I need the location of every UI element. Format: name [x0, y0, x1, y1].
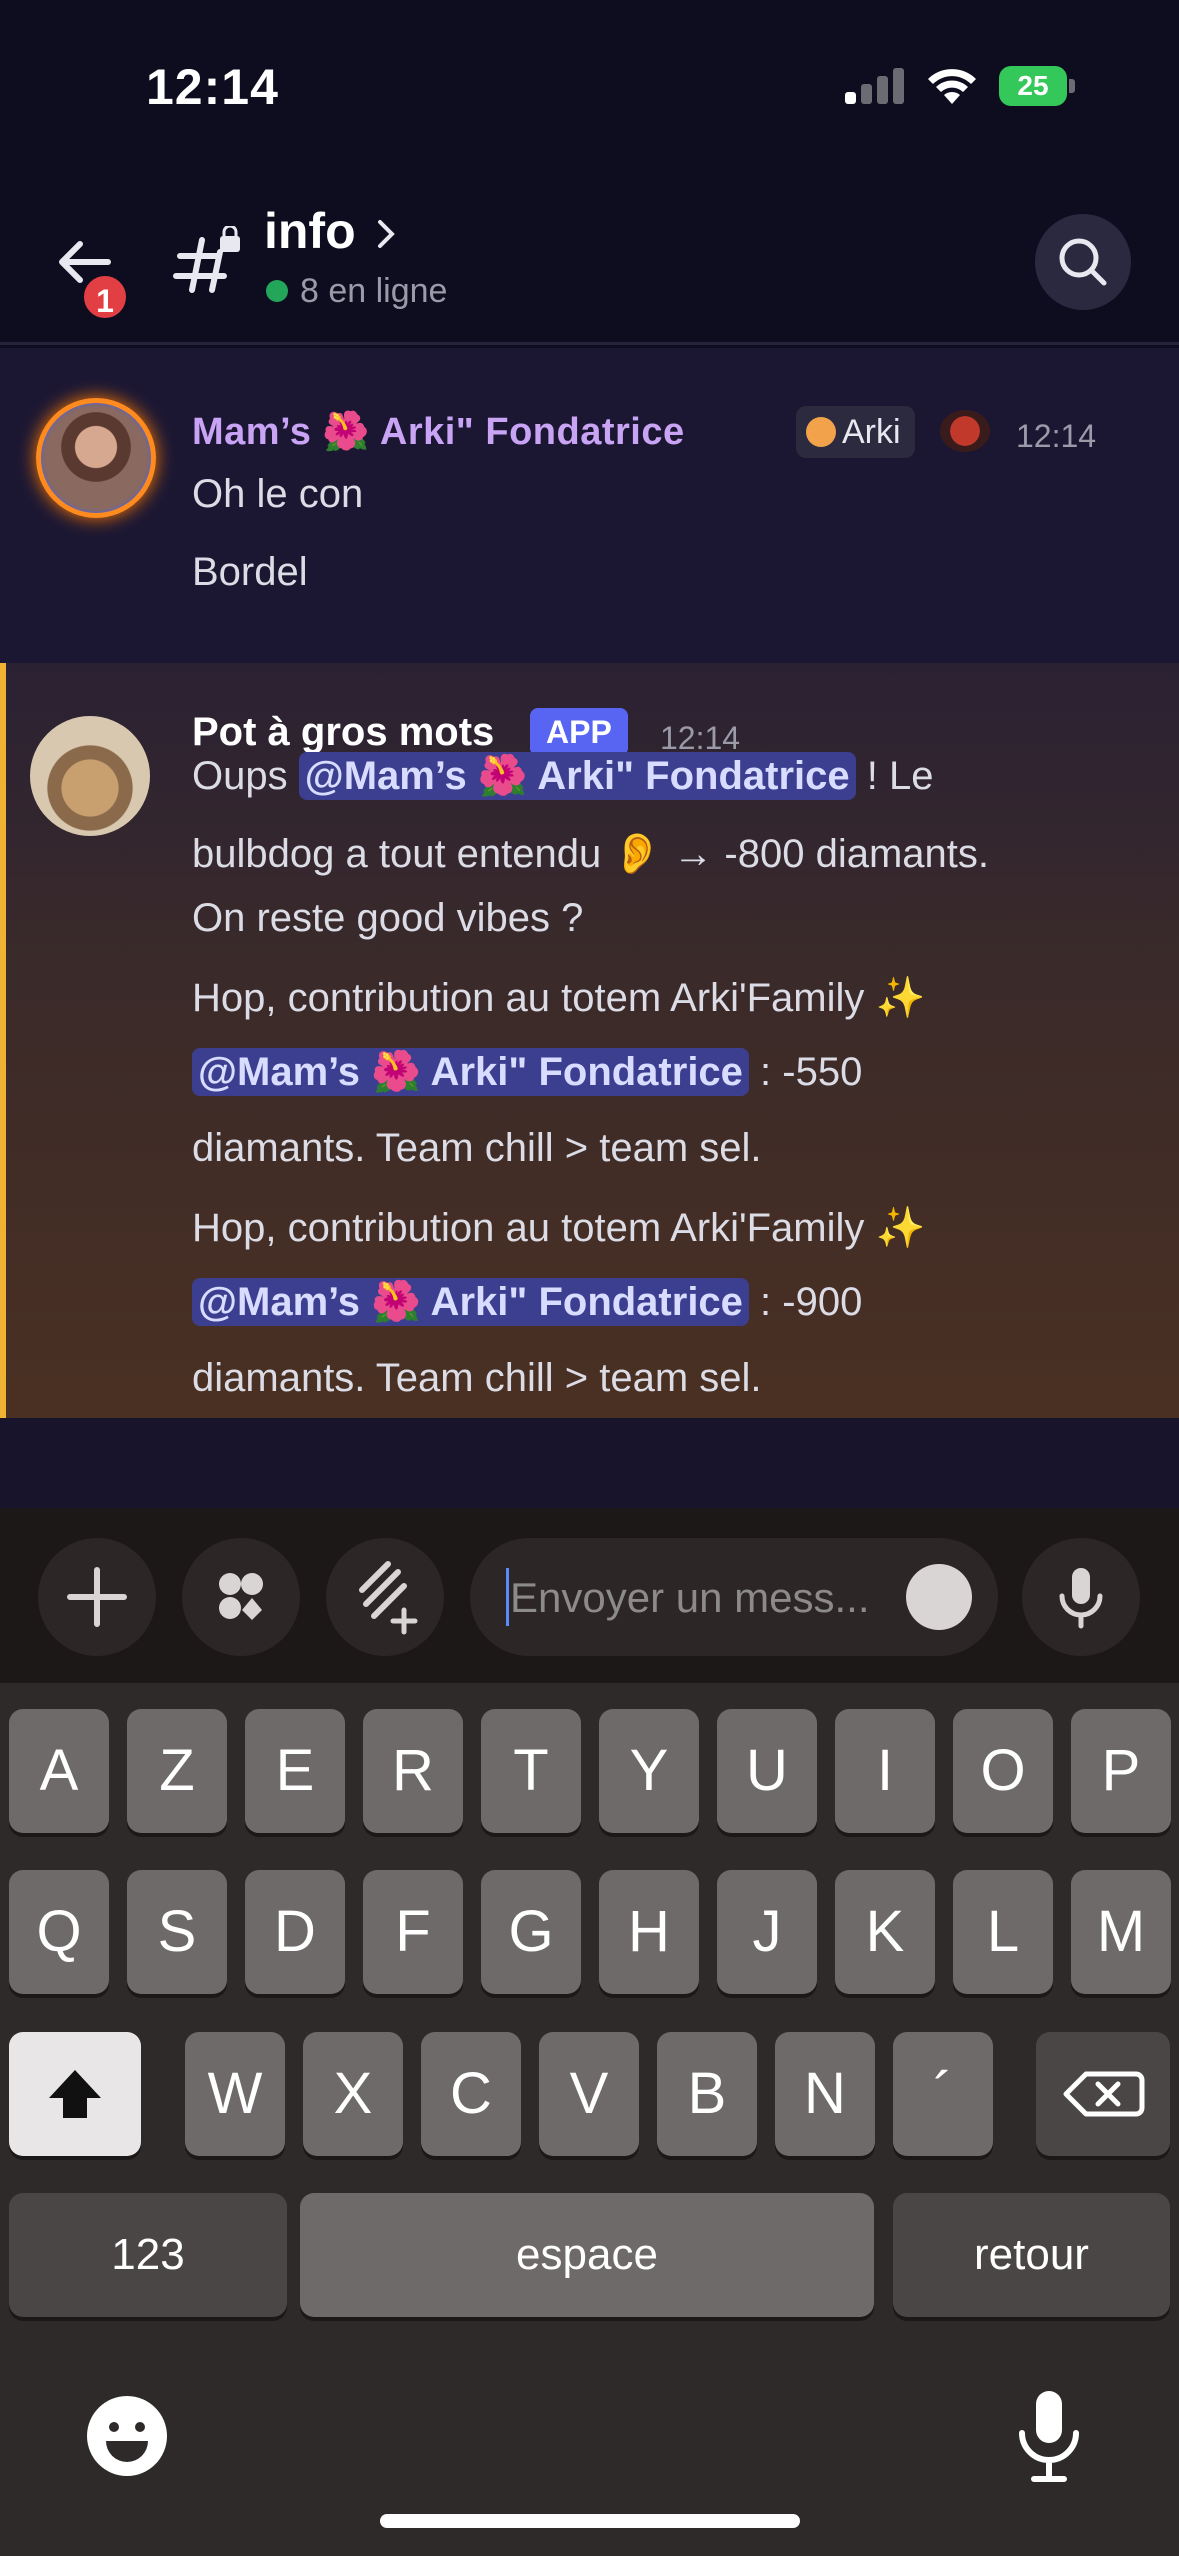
text-fragment: : -550: [748, 1050, 863, 1094]
key[interactable]: B: [657, 2032, 757, 2156]
search-icon: [1059, 238, 1107, 286]
user-mention[interactable]: @Mam’s 🌺 Arki" Fondatrice: [298, 752, 856, 800]
key[interactable]: T: [481, 1709, 581, 1833]
key[interactable]: F: [363, 1870, 463, 1994]
text-fragment: ! Le: [855, 754, 934, 798]
app-badge: APP: [530, 708, 628, 756]
key[interactable]: E: [245, 1709, 345, 1833]
microphone-icon: [1059, 1568, 1103, 1629]
key[interactable]: V: [539, 2032, 639, 2156]
battery-icon: 25: [999, 66, 1075, 106]
status-time: 12:14: [146, 59, 279, 115]
message-composer: Envoyer un mess...: [0, 1508, 1179, 1683]
locked-channel-hash-icon: [173, 226, 240, 293]
unread-badge: 1: [80, 272, 130, 322]
online-indicator: [266, 280, 288, 302]
online-count: 8 en ligne: [300, 272, 448, 310]
key[interactable]: X: [303, 2032, 403, 2156]
key[interactable]: I: [835, 1709, 935, 1833]
key[interactable]: J: [717, 1870, 817, 1994]
message-input[interactable]: Envoyer un mess...: [470, 1538, 998, 1656]
role-icon: [940, 410, 990, 452]
wifi-icon: [928, 69, 976, 104]
text-caret: [506, 1568, 509, 1626]
shift-key[interactable]: [9, 2032, 141, 2156]
message-text: bulbdog a tout entendu 👂 → -800 diamants…: [192, 832, 989, 876]
message-text: Oups @Mam’s 🌺 Arki" Fondatrice ! Le: [192, 752, 934, 800]
key[interactable]: ´: [893, 2032, 993, 2156]
home-indicator: [380, 2514, 800, 2528]
key[interactable]: W: [185, 2032, 285, 2156]
server-tag-label: Arki: [842, 413, 901, 451]
cellular-signal-icon: [845, 68, 905, 104]
server-tag-icon: [806, 417, 836, 447]
apps-button[interactable]: [182, 1538, 300, 1656]
message-text: Bordel: [192, 550, 308, 594]
voice-message-button[interactable]: [1022, 1538, 1140, 1656]
key[interactable]: O: [953, 1709, 1053, 1833]
key[interactable]: N: [775, 2032, 875, 2156]
channel-header: 1 info 8 en ligne: [0, 180, 1179, 345]
space-key[interactable]: espace: [300, 2193, 874, 2317]
slash-commands-button[interactable]: [326, 1538, 444, 1656]
emoji-picker-icon[interactable]: [906, 1564, 972, 1630]
message-text: @Mam’s 🌺 Arki" Fondatrice : -550: [192, 1048, 863, 1096]
message-text: @Mam’s 🌺 Arki" Fondatrice : -900: [192, 1278, 863, 1326]
keyboard: AZERTYUIOP QSDFGHJKLM W X C V B N ´ 123 espace…: [0, 1683, 1179, 2556]
user-mention[interactable]: @Mam’s 🌺 Arki" Fondatrice: [192, 1278, 749, 1326]
key[interactable]: C: [421, 2032, 521, 2156]
message-group: Mam’s 🌺 Arki" Fondatrice Arki 12:14 Oh l…: [0, 348, 1179, 663]
user-mention[interactable]: @Mam’s 🌺 Arki" Fondatrice: [192, 1048, 749, 1096]
key[interactable]: Q: [9, 1870, 109, 1994]
search-button[interactable]: [1035, 214, 1131, 310]
key[interactable]: L: [953, 1870, 1053, 1994]
key[interactable]: R: [363, 1709, 463, 1833]
backspace-icon: [1063, 2071, 1145, 2117]
message-input-placeholder: Envoyer un mess...: [510, 1574, 870, 1621]
add-attachment-button[interactable]: [38, 1538, 156, 1656]
key[interactable]: D: [245, 1870, 345, 1994]
key[interactable]: K: [835, 1870, 935, 1994]
key[interactable]: G: [481, 1870, 581, 1994]
plus-icon: [67, 1567, 127, 1627]
avatar[interactable]: [36, 398, 156, 518]
key[interactable]: Y: [599, 1709, 699, 1833]
key[interactable]: M: [1071, 1870, 1171, 1994]
server-tag[interactable]: Arki: [796, 406, 915, 458]
chevron-right-icon[interactable]: [374, 216, 400, 252]
message-author[interactable]: Pot à gros mots: [192, 710, 494, 755]
key[interactable]: A: [9, 1709, 109, 1833]
message-author[interactable]: Mam’s 🌺 Arki" Fondatrice: [192, 410, 685, 454]
apps-icon: [219, 1573, 263, 1620]
message-text: diamants. Team chill > team sel.: [192, 1126, 762, 1170]
text-fragment: Oups: [192, 754, 299, 798]
key[interactable]: Z: [127, 1709, 227, 1833]
emoji-keyboard-icon[interactable]: [84, 2393, 170, 2479]
slash-commands-icon: [359, 1561, 418, 1635]
shift-icon: [49, 2070, 101, 2118]
message-text: Oh le con: [192, 472, 364, 516]
message-text: On reste good vibes ?: [192, 896, 584, 940]
key[interactable]: H: [599, 1870, 699, 1994]
message-text: diamants. Team chill > team sel.: [192, 1356, 762, 1400]
text-fragment: : -900: [748, 1280, 863, 1324]
numbers-key[interactable]: 123: [9, 2193, 287, 2317]
key[interactable]: S: [127, 1870, 227, 1994]
message-timestamp: 12:14: [1016, 418, 1097, 454]
battery-level: 25: [999, 66, 1067, 106]
key[interactable]: U: [717, 1709, 817, 1833]
status-bar: 12:14 25: [0, 0, 1179, 180]
avatar[interactable]: [30, 716, 150, 836]
dictation-microphone-icon[interactable]: [1012, 2387, 1086, 2487]
channel-name[interactable]: info: [264, 202, 356, 260]
message-text: Hop, contribution au totem Arki'Family ✨: [192, 976, 926, 1020]
backspace-key[interactable]: [1036, 2032, 1170, 2156]
return-key[interactable]: retour: [893, 2193, 1170, 2317]
message-text: Hop, contribution au totem Arki'Family ✨: [192, 1206, 926, 1250]
key[interactable]: P: [1071, 1709, 1171, 1833]
message-list[interactable]: Mam’s 🌺 Arki" Fondatrice Arki 12:14 Oh l…: [0, 348, 1179, 1508]
